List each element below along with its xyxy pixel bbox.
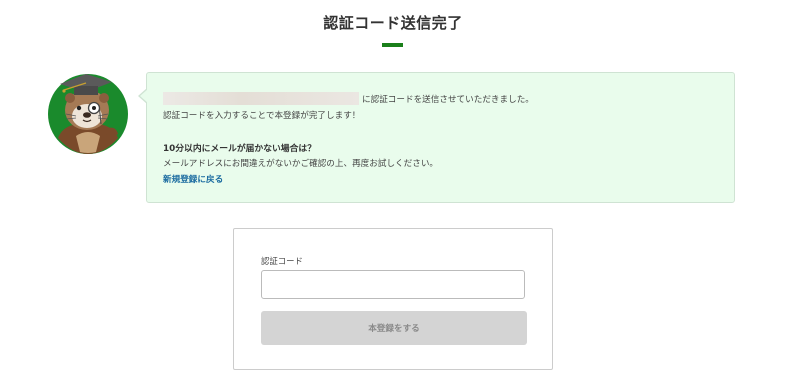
sent-notice-text: に認証コードを送信させていただきました。 — [362, 95, 534, 105]
sea-otter-icon — [48, 74, 128, 154]
not-received-heading: 10分以内にメールが届かない場合は？ — [163, 144, 316, 154]
complete-registration-button[interactable]: 本登録をする — [261, 311, 527, 345]
verification-form-card: 認証コード 本登録をする — [233, 228, 553, 370]
code-field-label: 認証コード — [261, 256, 303, 266]
sent-notice-line: に認証コードを送信させていただきました。 — [163, 92, 534, 105]
instruction-text: 認証コードを入力することで本登録が完了します！ — [163, 111, 361, 121]
back-to-register-link[interactable]: 新規登録に戻る — [163, 173, 223, 185]
notification-message-box: に認証コードを送信させていただきました。 認証コードを入力することで本登録が完了… — [138, 72, 735, 203]
title-underline — [382, 43, 403, 47]
check-note-text: メールアドレスにお間違えがないかご確認の上、再度お試しください。 — [163, 159, 439, 169]
masked-email-address — [163, 92, 359, 105]
verification-code-input[interactable] — [261, 270, 525, 299]
page-title: 認証コード送信完了 — [323, 14, 463, 32]
mascot-avatar — [46, 68, 132, 156]
